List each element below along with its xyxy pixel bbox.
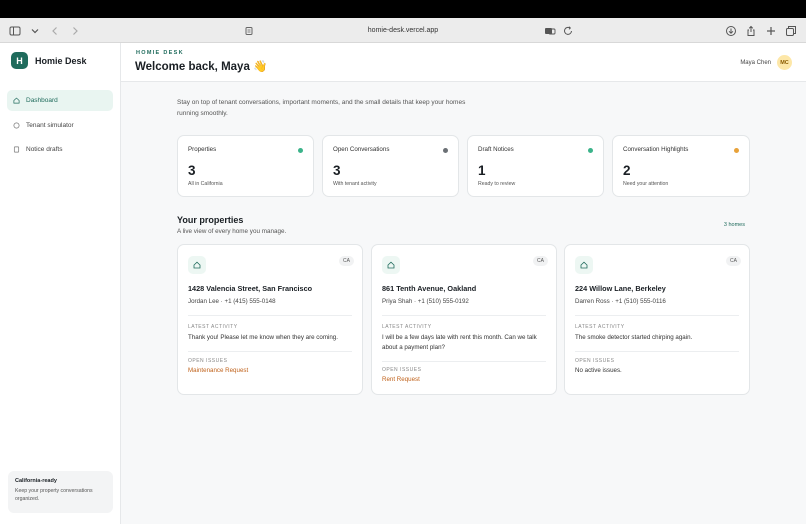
share-icon[interactable]	[744, 24, 758, 38]
screen-top-bar	[0, 0, 806, 18]
download-icon[interactable]	[724, 24, 738, 38]
stat-label: Open Conversations	[333, 146, 390, 153]
stat-label: Draft Notices	[478, 146, 514, 153]
stat-subtext: With tenant activity	[333, 181, 377, 187]
open-issue[interactable]: Maintenance Request	[188, 367, 248, 374]
brand-logo: H	[11, 52, 28, 69]
tenant-contact: Darren Ross · +1 (510) 555-0116	[575, 298, 666, 305]
document-icon	[13, 146, 20, 153]
stat-value: 1	[478, 163, 486, 178]
open-issues-label: OPEN ISSUES	[575, 358, 615, 364]
property-card[interactable]: CA 1428 Valencia Street, San Francisco J…	[177, 244, 363, 395]
tab-overview-icon[interactable]	[784, 24, 798, 38]
stat-value: 3	[188, 163, 196, 178]
side-card-text: Keep your property conversations organiz…	[15, 488, 93, 503]
stat-card-conversation-highlights[interactable]: Conversation Highlights 2 Need your atte…	[612, 135, 750, 197]
stat-value: 2	[623, 163, 631, 178]
stat-subtext: All in California	[188, 181, 223, 187]
chat-bubble-icon	[13, 122, 20, 129]
status-dot	[298, 148, 303, 153]
latest-activity-text: I will be a few days late with rent this…	[382, 334, 537, 351]
sidebar-toggle-icon[interactable]	[8, 24, 22, 38]
reload-icon[interactable]	[561, 24, 575, 38]
latest-activity-label: LATEST ACTIVITY	[575, 324, 625, 330]
new-tab-icon[interactable]	[764, 24, 778, 38]
stat-card-open-conversations[interactable]: Open Conversations 3 With tenant activit…	[322, 135, 459, 197]
privacy-report-icon[interactable]	[242, 24, 256, 38]
browser-toolbar: homie-desk.vercel.app	[0, 18, 806, 43]
sidebar-item-notice-drafts[interactable]: Notice drafts	[7, 139, 113, 160]
home-icon	[575, 256, 593, 274]
open-issues-label: OPEN ISSUES	[188, 358, 228, 364]
stat-card-properties[interactable]: Properties 3 All in California	[177, 135, 314, 197]
tenant-contact: Priya Shah · +1 (510) 555-0192	[382, 298, 469, 305]
state-badge: CA	[339, 256, 354, 266]
sidebar: H Homie Desk Dashboard Tenant simulator …	[0, 43, 121, 524]
property-address: 224 Willow Lane, Berkeley	[575, 284, 666, 293]
latest-activity-text: The smoke detector started chirping agai…	[575, 334, 693, 341]
status-dot	[734, 148, 739, 153]
forward-icon[interactable]	[68, 24, 82, 38]
stat-card-draft-notices[interactable]: Draft Notices 1 Ready to review	[467, 135, 604, 197]
divider	[188, 351, 352, 352]
section-title: Your properties	[177, 215, 244, 225]
california-ready-card: California-ready Keep your property conv…	[8, 471, 113, 513]
property-address: 861 Tenth Avenue, Oakland	[382, 284, 477, 293]
home-icon	[382, 256, 400, 274]
page-title: Welcome back, Maya 👋	[135, 61, 268, 73]
divider	[575, 351, 739, 352]
open-issues-label: OPEN ISSUES	[382, 367, 422, 373]
stat-label: Properties	[188, 146, 217, 153]
header-eyebrow: HOMIE DESK	[136, 50, 184, 56]
sidebar-item-label: Tenant simulator	[26, 121, 74, 129]
stat-label: Conversation Highlights	[623, 146, 689, 153]
divider	[382, 361, 546, 362]
page-header: HOMIE DESK Welcome back, Maya 👋 Maya Che…	[121, 43, 806, 82]
section-subtitle: A live view of every home you manage.	[177, 228, 287, 235]
open-issue: No active issues.	[575, 367, 622, 374]
property-card[interactable]: CA 861 Tenth Avenue, Oakland Priya Shah …	[371, 244, 557, 395]
stat-subtext: Need your attention	[623, 181, 669, 187]
user-menu[interactable]: Maya Chen MC	[740, 55, 792, 70]
property-address: 1428 Valencia Street, San Francisco	[188, 284, 313, 293]
translate-icon[interactable]	[543, 24, 557, 38]
chevron-down-icon[interactable]	[28, 24, 42, 38]
property-card[interactable]: CA 224 Willow Lane, Berkeley Darren Ross…	[564, 244, 750, 395]
divider	[575, 315, 739, 316]
home-icon	[188, 256, 206, 274]
latest-activity-label: LATEST ACTIVITY	[382, 324, 432, 330]
brand-name: Homie Desk	[35, 55, 87, 66]
user-name: Maya Chen	[740, 59, 771, 66]
sidebar-item-label: Dashboard	[26, 97, 58, 104]
side-card-title: California-ready	[15, 478, 57, 484]
latest-activity-label: LATEST ACTIVITY	[188, 324, 238, 330]
address-bar[interactable]: homie-desk.vercel.app	[0, 18, 806, 43]
stat-subtext: Ready to review	[478, 181, 516, 187]
sidebar-nav: Dashboard Tenant simulator Notice drafts	[7, 90, 113, 164]
sidebar-item-dashboard[interactable]: Dashboard	[7, 90, 113, 111]
latest-activity-text: Thank you! Please let me know when they …	[188, 334, 338, 341]
property-count-badge: 3 homes	[723, 222, 745, 228]
intro-text: Stay on top of tenant conversations, imp…	[177, 99, 466, 118]
sidebar-item-label: Notice drafts	[26, 146, 63, 153]
avatar[interactable]: MC	[777, 55, 792, 70]
state-badge: CA	[726, 256, 741, 266]
sidebar-item-tenant-simulator[interactable]: Tenant simulator	[7, 115, 113, 136]
back-icon[interactable]	[48, 24, 62, 38]
status-dot	[588, 148, 593, 153]
open-issue[interactable]: Rent Request	[382, 376, 420, 383]
divider	[188, 315, 352, 316]
stat-value: 3	[333, 163, 341, 178]
home-icon	[13, 97, 20, 104]
tenant-contact: Jordan Lee · +1 (415) 555-0148	[188, 298, 276, 305]
brand[interactable]: H Homie Desk	[11, 52, 87, 69]
state-badge: CA	[533, 256, 548, 266]
status-dot	[443, 148, 448, 153]
divider	[382, 315, 546, 316]
